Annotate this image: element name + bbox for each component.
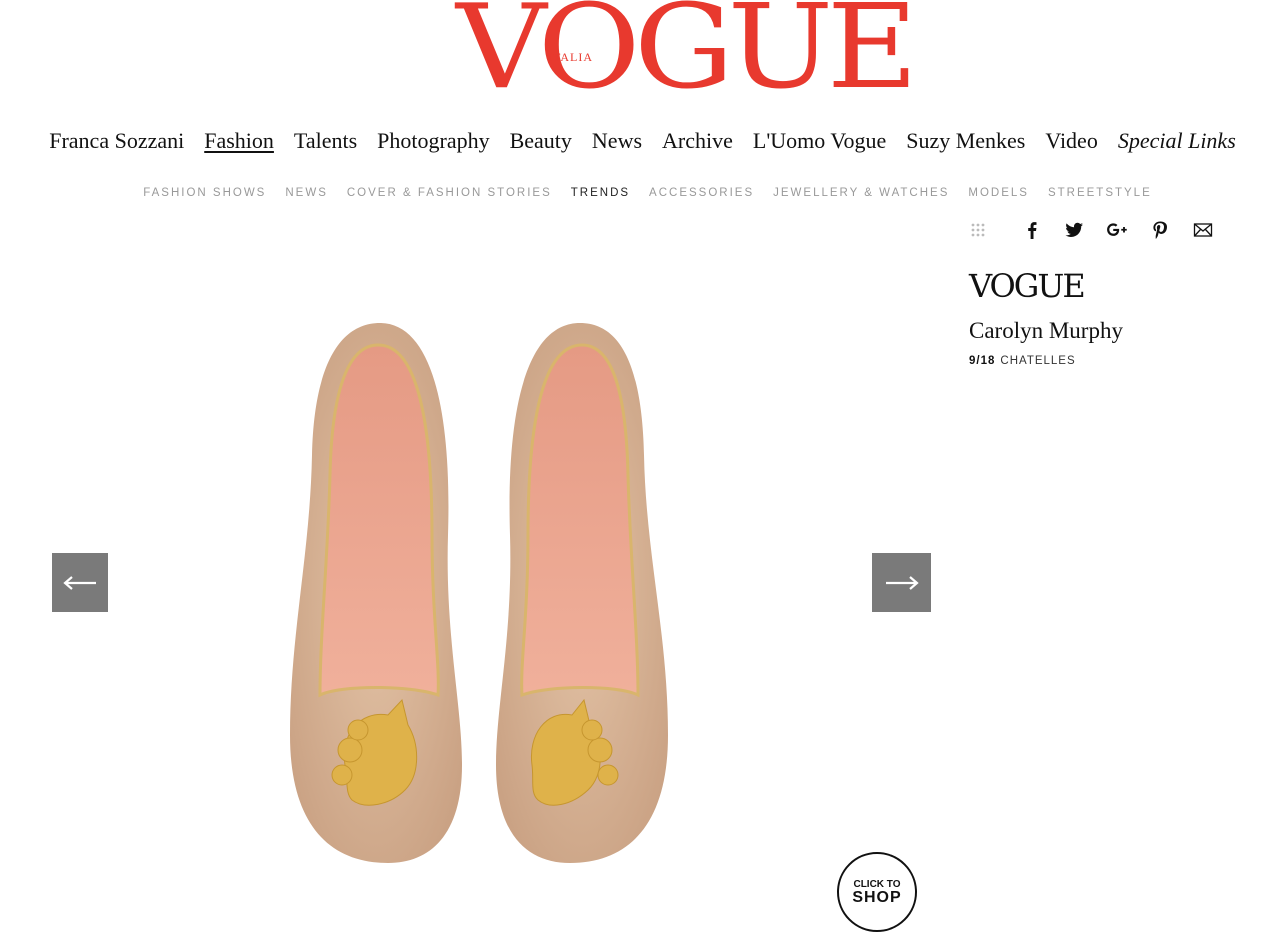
nav-news[interactable]: News [592,126,642,158]
nav-photography[interactable]: Photography [377,126,489,158]
email-icon[interactable] [1191,216,1215,244]
previous-slide-button[interactable] [52,553,108,612]
sidebar-meta: 9/18 CHATELLES [969,355,1076,367]
logo-subtext: ITALIA [548,50,594,64]
google-plus-icon[interactable] [1105,216,1129,244]
nav-suzy-menkes[interactable]: Suzy Menkes [906,126,1025,158]
nav-special-links[interactable]: Special Links [1118,126,1236,158]
nav-franca-sozzani[interactable]: Franca Sozzani [49,126,184,158]
next-slide-button[interactable] [872,553,931,612]
subnav-jewellery-watches[interactable]: JEWELLERY & WATCHES [773,187,949,203]
sub-nav: FASHION SHOWS NEWS COVER & FASHION STORI… [0,187,1285,203]
arrow-left-icon [63,575,96,590]
product-image-slippers [290,323,668,863]
facebook-icon[interactable] [1020,216,1044,244]
subnav-accessories[interactable]: ACCESSORIES [649,187,754,203]
subnav-cover-fashion-stories[interactable]: COVER & FASHION STORIES [347,187,552,203]
subnav-models[interactable]: MODELS [968,187,1029,203]
nav-archive[interactable]: Archive [662,126,733,158]
nav-video[interactable]: Video [1045,126,1097,158]
shop-badge-line1: CLICK TO [853,878,901,890]
main-nav: Franca Sozzani Fashion Talents Photograp… [0,126,1285,158]
subnav-trends[interactable]: TRENDS [571,187,630,203]
grid-icon[interactable] [966,216,990,244]
twitter-icon[interactable] [1062,216,1086,244]
subnav-fashion-shows[interactable]: FASHION SHOWS [143,187,266,203]
slide-counter: 9/18 [969,355,996,367]
subnav-news[interactable]: NEWS [285,187,328,203]
share-bar [966,216,1226,244]
subnav-streetstyle[interactable]: STREETSTYLE [1048,187,1152,203]
arrow-right-icon [885,575,919,590]
sidebar-vogue-logo: VOGUE [969,266,1086,306]
photo-gallery: CLICK TO SHOP [0,215,950,939]
click-to-shop-button[interactable]: CLICK TO SHOP [837,852,917,932]
vogue-logo[interactable]: VOGUE ITALIA [456,0,918,108]
slide-caption: CHATELLES [1000,355,1076,367]
nav-luomo-vogue[interactable]: L'Uomo Vogue [753,126,886,158]
logo-wordmark: VOGUE [456,0,918,115]
nav-fashion[interactable]: Fashion [204,126,274,158]
sidebar-logo-text: VOGUE [969,267,1086,305]
sidebar-title: Carolyn Murphy [969,318,1123,343]
left-slipper [290,323,462,863]
nav-beauty[interactable]: Beauty [510,126,572,158]
nav-talents[interactable]: Talents [294,126,357,158]
shop-badge-line2: SHOP [852,888,902,906]
pinterest-icon[interactable] [1148,216,1172,244]
right-slipper [496,323,668,863]
